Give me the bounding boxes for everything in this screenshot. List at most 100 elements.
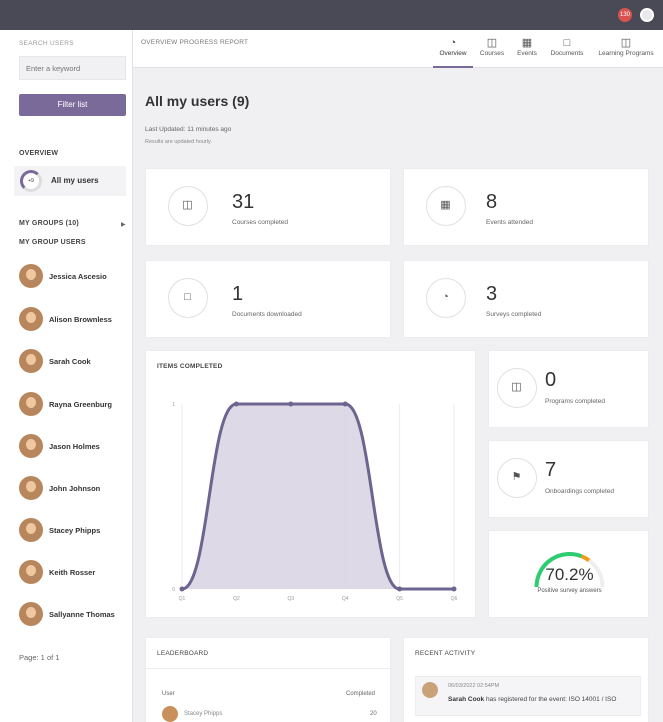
onboardings-caption: Onboardings completed — [545, 488, 615, 495]
notification-icon[interactable]: 130 — [618, 8, 632, 22]
document-icon: □ — [563, 37, 571, 49]
last-updated: Last Updated: 11 minutes ago — [145, 126, 232, 133]
tab-label: Courses — [479, 50, 505, 57]
book-icon: ◫ — [182, 199, 193, 211]
activity-item[interactable]: 06/03/2022 02:54PM Sarah Cook has regist… — [415, 676, 641, 716]
tab-label: Documents — [550, 50, 584, 57]
data-point — [179, 586, 185, 592]
x-tick-label: Q2 — [233, 596, 240, 602]
list-item[interactable]: Keith Rosser — [19, 558, 131, 588]
tab-events[interactable]: ▦ Events — [513, 36, 541, 68]
list-item[interactable]: Sallyanne Thomas — [19, 600, 131, 630]
programs-card[interactable]: ◫ 0 Programs completed — [488, 350, 649, 428]
avatar — [19, 434, 43, 458]
avatar — [19, 518, 43, 542]
tab-learning-programs[interactable]: ◫ Learning Programs — [593, 36, 659, 68]
avatar — [19, 307, 43, 331]
pager: Page: 1 of 1 — [19, 653, 60, 662]
avatar — [19, 349, 43, 373]
courses-ring: ◫ — [168, 186, 208, 226]
member-name: Jessica Ascesio — [49, 272, 107, 281]
table-row[interactable]: Stacey Phipps 20 — [146, 674, 390, 722]
surveys-ring: ◔ — [426, 278, 466, 318]
group-users-heading: MY GROUP USERS — [19, 239, 86, 246]
x-tick-label: Q4 — [342, 596, 349, 602]
member-name: Keith Rosser — [49, 568, 96, 577]
events-caption: Events attended — [486, 219, 533, 226]
member-name: John Johnson — [49, 484, 101, 493]
top-bar: 130 — [0, 0, 663, 30]
avatar — [19, 602, 43, 626]
programs-value: 0 — [545, 369, 557, 391]
list-item[interactable]: Rayna Greenburg — [19, 390, 131, 420]
results-note: Results are updated hourly. — [145, 139, 212, 145]
list-item[interactable]: Sarah Cook — [19, 347, 131, 377]
onboardings-card[interactable]: ⚑ 7 Onboardings completed — [488, 440, 649, 518]
avatar — [19, 392, 43, 416]
list-item[interactable]: Alison Brownless — [19, 305, 131, 335]
y-tick-label: 1 — [172, 402, 175, 408]
page-title: All my users (9) — [145, 93, 250, 109]
member-name: Rayna Greenburg — [49, 400, 112, 409]
tab-courses[interactable]: ◫ Courses — [477, 36, 507, 68]
gauge-fill-orange — [580, 554, 591, 563]
programs-icon: ◫ — [511, 381, 522, 393]
recent-activity-title: RECENT ACTIVITY — [415, 650, 476, 657]
programs-ring: ◫ — [497, 368, 537, 408]
avatar — [19, 560, 43, 584]
divider — [146, 668, 390, 669]
gauge-value: 70.2% — [545, 565, 594, 584]
programs-icon: ◫ — [620, 37, 632, 49]
documents-ring: □ — [168, 278, 208, 318]
events-ring: ▦ — [426, 186, 466, 226]
pie-icon: ◔ — [442, 291, 449, 303]
my-groups-heading[interactable]: MY GROUPS (10) — [19, 220, 79, 227]
list-item[interactable]: John Johnson — [19, 474, 131, 504]
tab-documents[interactable]: □ Documents — [546, 36, 588, 68]
tab-label: Learning Programs — [598, 50, 654, 57]
avatar — [422, 682, 438, 698]
onboardings-value: 7 — [545, 459, 557, 481]
all-users-label: All my users — [51, 176, 99, 185]
list-item[interactable]: Stacey Phipps — [19, 516, 131, 546]
all-users-item[interactable]: +9 All my users — [14, 166, 126, 196]
courses-card[interactable]: ◫ 31 Courses completed — [145, 168, 391, 246]
report-title: OVERVIEW PROGRESS REPORT — [141, 39, 249, 46]
chart-area — [182, 404, 454, 589]
avatar — [19, 264, 43, 288]
activity-user: Sarah Cook — [448, 696, 485, 703]
leaderboard-card: LEADERBOARD User Completed Stacey Phipps… — [145, 637, 391, 722]
filter-list-button[interactable]: Filter list — [19, 94, 126, 116]
courses-caption: Courses completed — [232, 219, 288, 226]
member-name: Sallyanne Thomas — [49, 610, 115, 619]
surveys-card[interactable]: ◔ 3 Surveys completed — [403, 260, 649, 338]
search-label: SEARCH USERS — [19, 40, 74, 47]
chevron-right-icon[interactable]: ▶ — [121, 221, 126, 228]
activity-description: has registered for the event: ISO 14001 … — [485, 696, 617, 703]
calendar-icon: ▦ — [440, 199, 451, 211]
member-name: Stacey Phipps — [49, 526, 101, 535]
documents-card[interactable]: □ 1 Documents downloaded — [145, 260, 391, 338]
tab-overview[interactable]: ◔ Overview — [433, 36, 473, 68]
items-completed-card: ITEMS COMPLETED 0 1 Q1 Q2 Q3 Q4 Q5 Q6 — [145, 350, 476, 618]
list-item[interactable]: Jessica Ascesio — [19, 262, 131, 292]
leaderboard-user-value: 20 — [370, 711, 377, 717]
data-point — [397, 586, 403, 592]
tab-bar: OVERVIEW PROGRESS REPORT ◔ Overview ◫ Cour… — [133, 30, 663, 68]
sidebar: SEARCH USERS Filter list OVERVIEW +9 All… — [0, 30, 133, 722]
leaderboard-user-name: Stacey Phipps — [184, 711, 223, 717]
book-icon: ◫ — [486, 37, 498, 49]
search-input[interactable] — [19, 56, 126, 80]
events-card[interactable]: ▦ 8 Events attended — [403, 168, 649, 246]
programs-caption: Programs completed — [545, 398, 605, 405]
main-content: OVERVIEW PROGRESS REPORT ◔ Overview ◫ Cour… — [133, 30, 663, 722]
user-avatar[interactable] — [640, 8, 654, 22]
leaderboard-title: LEADERBOARD — [157, 650, 209, 657]
recent-activity-card: RECENT ACTIVITY 06/03/2022 02:54PM Sarah… — [403, 637, 649, 722]
document-icon: □ — [184, 291, 191, 303]
all-users-count: +9 — [20, 170, 42, 192]
data-point — [451, 586, 457, 592]
x-tick-label: Q3 — [287, 596, 294, 602]
gauge-caption: Positive survey answers — [537, 588, 602, 594]
list-item[interactable]: Jason Holmes — [19, 432, 131, 462]
